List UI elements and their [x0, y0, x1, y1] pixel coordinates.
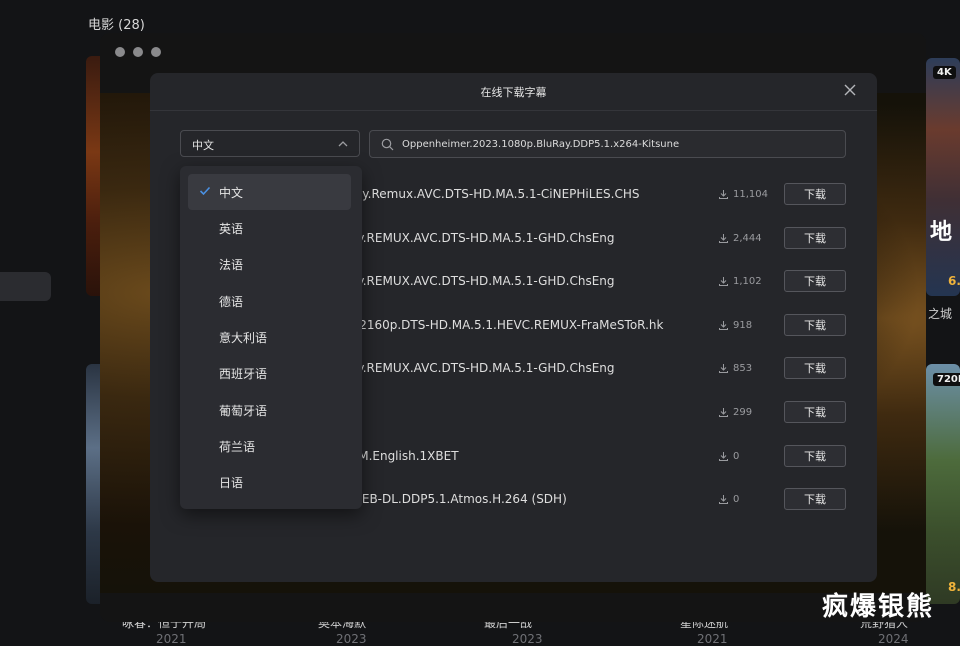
- download-icon: [719, 321, 728, 330]
- language-option-label: 葡萄牙语: [219, 404, 268, 418]
- check-icon: [199, 186, 211, 196]
- language-option-label: 日语: [219, 476, 244, 490]
- download-button[interactable]: 下载: [784, 314, 846, 336]
- movie-poster[interactable]: [926, 58, 960, 296]
- download-count-value: 0: [733, 451, 740, 462]
- subtitle-name: WEB-DL.DDP5.1.Atmos.H.264 (SDH): [350, 492, 567, 506]
- language-option-english[interactable]: 英语: [188, 210, 351, 246]
- language-option-label: 意大利语: [219, 331, 268, 345]
- download-button[interactable]: 下载: [784, 401, 846, 423]
- download-count: 918: [718, 320, 752, 331]
- subtitle-name: ay.REMUX.AVC.DTS-HD.MA.5.1-GHD.ChsEng: [350, 274, 615, 288]
- language-option-label: 英语: [219, 222, 244, 236]
- download-button[interactable]: 下载: [784, 183, 846, 205]
- download-count: 0: [718, 451, 739, 462]
- download-count: 1,102: [718, 276, 762, 287]
- subtitle-name: y.2160p.DTS-HD.MA.5.1.HEVC.REMUX-FraMeST…: [350, 318, 664, 332]
- language-option-german[interactable]: 德语: [188, 283, 351, 319]
- subtitle-name: ray.Remux.AVC.DTS-HD.MA.5.1-CiNEPHiLES.C…: [350, 187, 640, 201]
- download-icon: [719, 495, 728, 504]
- download-button[interactable]: 下载: [784, 270, 846, 292]
- search-icon: [381, 138, 394, 151]
- download-count-value: 1,102: [733, 276, 762, 287]
- download-button[interactable]: 下载: [784, 445, 846, 467]
- language-select-value: 中文: [192, 139, 214, 152]
- download-icon: [719, 408, 728, 417]
- download-icon: [719, 364, 728, 373]
- subtitle-name: ay.REMUX.AVC.DTS-HD.MA.5.1-GHD.ChsEng: [350, 361, 615, 375]
- movie-year: 2021: [697, 632, 728, 646]
- rating: 6.: [948, 274, 960, 288]
- maximize-window-button[interactable]: [151, 47, 161, 57]
- download-count-value: 0: [733, 494, 740, 505]
- download-count-value: 11,104: [733, 189, 768, 200]
- language-option-italian[interactable]: 意大利语: [188, 319, 351, 355]
- close-icon[interactable]: [843, 83, 857, 97]
- download-icon: [719, 277, 728, 286]
- rating: 8.: [948, 580, 960, 594]
- language-option-label: 西班牙语: [219, 367, 268, 381]
- movie-caption: 之城: [928, 307, 953, 321]
- subtitle-name: ay.REMUX.AVC.DTS-HD.MA.5.1-GHD.ChsEng: [350, 231, 615, 245]
- language-option-spanish[interactable]: 西班牙语: [188, 355, 351, 391]
- quality-badge: 4K: [933, 66, 956, 79]
- search-box: [369, 130, 846, 158]
- watermark: 疯爆银熊: [822, 592, 935, 622]
- movie-year: 2023: [336, 632, 367, 646]
- language-option-japanese[interactable]: 日语: [188, 464, 351, 500]
- window-controls: [115, 47, 161, 57]
- download-count-value: 918: [733, 320, 753, 331]
- section-title: 电影 (28): [88, 18, 145, 33]
- download-button[interactable]: 下载: [784, 488, 846, 510]
- search-input[interactable]: [402, 134, 832, 154]
- language-option-french[interactable]: 法语: [188, 246, 351, 282]
- download-count: 299: [718, 407, 752, 418]
- download-icon: [719, 452, 728, 461]
- movie-poster[interactable]: [926, 364, 960, 604]
- dialog-header: 在线下载字幕: [150, 73, 877, 111]
- download-count: 853: [718, 363, 752, 374]
- language-option-chinese[interactable]: 中文: [188, 174, 351, 210]
- download-button[interactable]: 下载: [784, 227, 846, 249]
- download-count: 0: [718, 494, 739, 505]
- movie-year: 2024: [878, 632, 909, 646]
- chevron-up-icon: [338, 141, 348, 147]
- minimize-window-button[interactable]: [133, 47, 143, 57]
- download-count-value: 2,444: [733, 233, 762, 244]
- download-count-value: 853: [733, 363, 753, 374]
- language-option-dutch[interactable]: 荷兰语: [188, 428, 351, 464]
- download-icon: [719, 190, 728, 199]
- download-count-value: 299: [733, 407, 753, 418]
- subtitle-name: AM.English.1XBET: [350, 449, 459, 463]
- download-icon: [719, 234, 728, 243]
- download-count: 2,444: [718, 233, 762, 244]
- movie-year: 2023: [512, 632, 543, 646]
- language-dropdown: 中文 英语 法语 德语 意大利语 西班牙语 葡萄牙语 荷兰语 日语: [180, 166, 362, 509]
- language-select[interactable]: 中文: [180, 130, 360, 157]
- movie-year: 2021: [156, 632, 187, 646]
- quality-badge: 720P: [933, 373, 960, 386]
- dialog-title: 在线下载字幕: [480, 86, 547, 99]
- language-option-portuguese[interactable]: 葡萄牙语: [188, 392, 351, 428]
- download-button[interactable]: 下载: [784, 357, 846, 379]
- close-window-button[interactable]: [115, 47, 125, 57]
- language-option-label: 中文: [219, 186, 244, 200]
- sidebar-active-item[interactable]: [0, 272, 51, 301]
- poster-title-text: 地: [930, 220, 953, 245]
- language-option-label: 法语: [219, 258, 244, 272]
- download-count: 11,104: [718, 189, 768, 200]
- language-option-label: 荷兰语: [219, 440, 256, 454]
- language-option-label: 德语: [219, 295, 244, 309]
